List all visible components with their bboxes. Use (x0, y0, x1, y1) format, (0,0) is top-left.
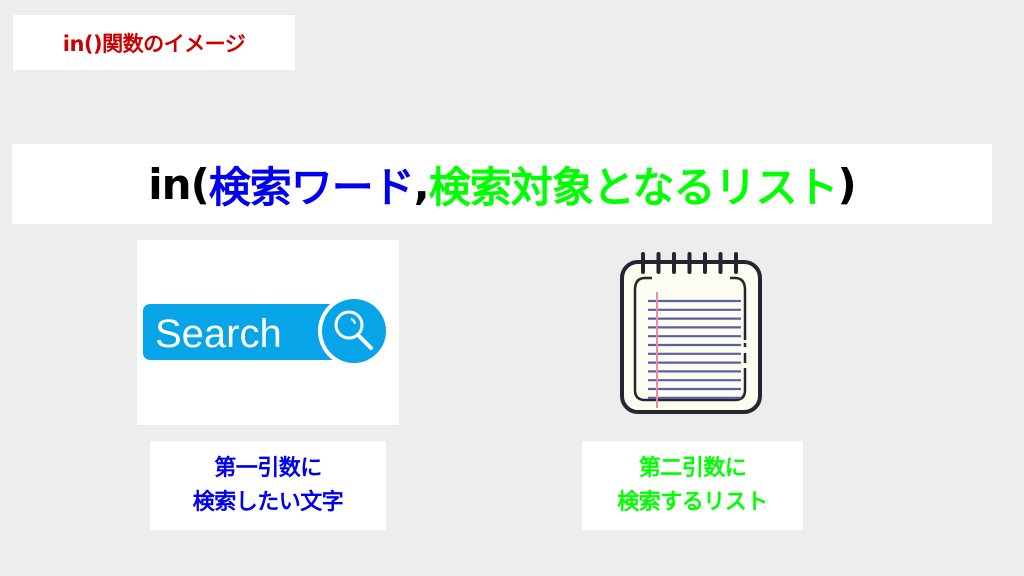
search-text: Search (155, 312, 282, 356)
title-arg2: 検索対象となるリスト (428, 162, 839, 212)
caption-first-argument: 第一引数に 検索したい文字 (150, 441, 386, 530)
spiral-rings (641, 252, 738, 274)
notepad-icon (620, 252, 762, 414)
title-suffix: ) (837, 159, 857, 209)
title-prefix: in( (148, 159, 209, 209)
caption-right-line1: 第二引数に (638, 455, 747, 481)
caption-left-line1: 第一引数に (214, 455, 322, 481)
title-arg1: 検索ワード (208, 162, 415, 212)
top-label-text: in()関数のイメージ (62, 31, 246, 56)
search-illustration: Search (137, 240, 399, 425)
magnifier-icon (322, 299, 386, 363)
caption-left-line2: 検索したい文字 (192, 489, 344, 515)
search-graphic: Search (143, 295, 390, 367)
title-comma: , (413, 159, 430, 209)
notepad-illustration (615, 240, 765, 425)
caption-right-line2: 検索するリスト (617, 489, 768, 515)
caption-second-argument: 第二引数に 検索するリスト (582, 441, 803, 530)
top-label: in()関数のイメージ (13, 15, 295, 70)
function-signature-title: in( 検索ワード , 検索対象となるリスト ) (12, 144, 992, 224)
